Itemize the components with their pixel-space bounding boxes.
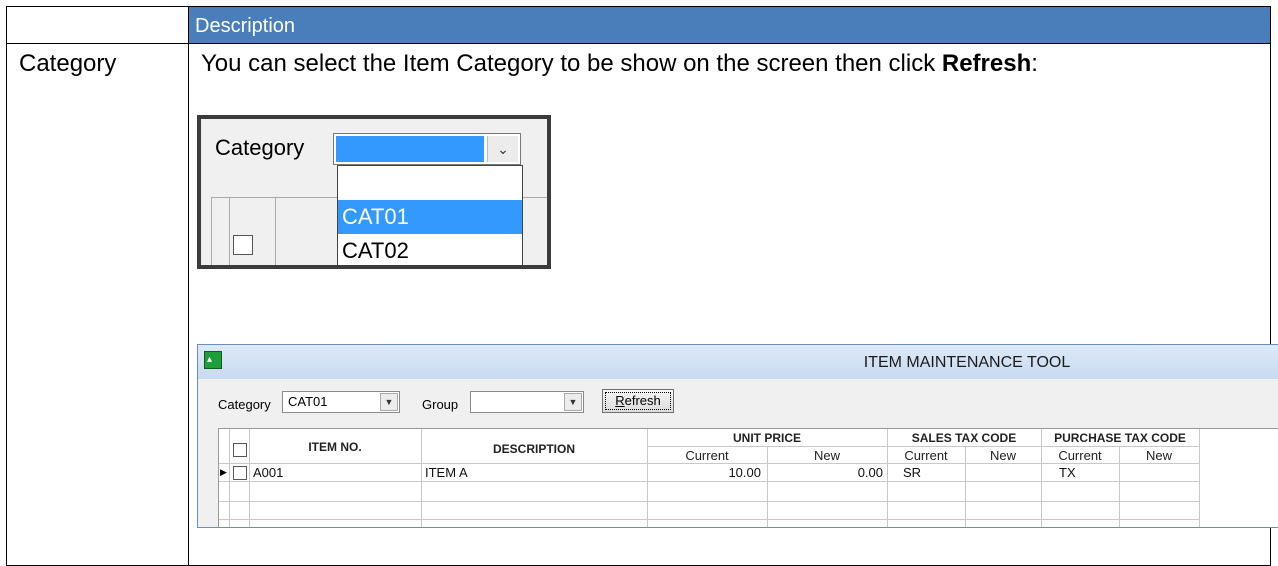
- cell-unit-price-new[interactable]: 0.00: [769, 465, 883, 480]
- chevron-down-icon[interactable]: ▼: [380, 393, 398, 411]
- cell-unit-price-current[interactable]: 10.00: [649, 465, 761, 480]
- category-label: Category: [218, 397, 271, 412]
- col-header-unit-price: UNIT PRICE: [732, 431, 801, 445]
- document-table: Description Category You can select the …: [6, 6, 1278, 566]
- window-title: ITEM MAINTENANCE TOOL: [863, 354, 1071, 371]
- category-label: Category: [215, 135, 305, 160]
- dropdown-screenshot-body: Category ⌄ CAT01 CAT02: [201, 119, 547, 265]
- refresh-label: efresh: [624, 393, 661, 408]
- group-label: Group: [422, 397, 459, 412]
- dropdown-screenshot: Category ⌄ CAT01 CAT02: [197, 115, 551, 269]
- col-header-sales-tax-current[interactable]: Current: [887, 448, 965, 463]
- item-grid: ITEM NO. DESCRIPTION UNIT PRICE SALES TA…: [218, 428, 1278, 527]
- combobox-selection: [336, 136, 484, 162]
- refresh-button[interactable]: Refresh: [602, 389, 674, 413]
- row-checkbox[interactable]: [233, 466, 247, 480]
- dropdown-option-cat02[interactable]: CAT02: [338, 234, 522, 265]
- header-cell-field: [6, 6, 189, 44]
- dropdown-option-cat01[interactable]: CAT01: [338, 200, 522, 234]
- select-all-checkbox[interactable]: [233, 235, 253, 255]
- table-header-row: Description: [6, 6, 1271, 44]
- description-lead: You can select the Item Category to be s…: [201, 50, 942, 77]
- category-select-value: CAT01: [288, 394, 328, 409]
- row-pointer-icon: ▶: [220, 467, 227, 477]
- col-header-item-no[interactable]: ITEM NO.: [249, 440, 421, 454]
- table-row: Category You can select the Item Categor…: [6, 43, 1278, 566]
- chevron-down-icon[interactable]: ⌄: [487, 136, 518, 162]
- item-maintenance-window: ▴ ITEM MAINTENANCE TOOL Category CAT01 ▼…: [197, 344, 1278, 528]
- col-header-sales-tax-new[interactable]: New: [965, 448, 1041, 463]
- chevron-down-icon[interactable]: ▼: [564, 393, 582, 411]
- group-select[interactable]: ▼: [470, 391, 584, 413]
- category-select[interactable]: CAT01 ▼: [282, 391, 400, 413]
- col-header-unit-price-current[interactable]: Current: [647, 448, 767, 463]
- description-tail: :: [1031, 50, 1038, 77]
- col-header-sales-tax-code: SALES TAX CODE: [911, 431, 1017, 445]
- dropdown-option-blank[interactable]: [338, 166, 522, 200]
- col-header-unit-price-new[interactable]: New: [767, 448, 887, 463]
- col-header-purchase-tax-new[interactable]: New: [1119, 448, 1199, 463]
- window-titlebar: ▴ ITEM MAINTENANCE TOOL: [198, 345, 1278, 379]
- select-all-checkbox[interactable]: [233, 443, 247, 457]
- refresh-accelerator: R: [615, 393, 625, 408]
- col-header-purchase-tax-code: PURCHASE TAX CODE: [1054, 431, 1186, 445]
- header-cell-description: Description: [188, 6, 1271, 44]
- cell-item-no[interactable]: A001: [253, 465, 283, 480]
- cell-description[interactable]: ITEM A: [425, 465, 468, 480]
- category-combobox[interactable]: ⌄: [333, 133, 521, 165]
- col-header-purchase-tax-current[interactable]: Current: [1041, 448, 1119, 463]
- cell-sales-tax-current[interactable]: SR: [903, 465, 921, 480]
- description-cell: You can select the Item Category to be s…: [188, 43, 1278, 566]
- description-text: You can select the Item Category to be s…: [201, 50, 1038, 78]
- description-refresh-bold: Refresh: [941, 50, 1032, 77]
- category-dropdown-list: CAT01 CAT02: [337, 165, 523, 265]
- window-body: Category CAT01 ▼ Group ▼ Refresh ITEM NO…: [198, 379, 1278, 527]
- cell-purchase-tax-current[interactable]: TX: [1059, 465, 1076, 480]
- field-name-cell: Category: [6, 43, 189, 566]
- col-header-description[interactable]: DESCRIPTION: [421, 442, 647, 456]
